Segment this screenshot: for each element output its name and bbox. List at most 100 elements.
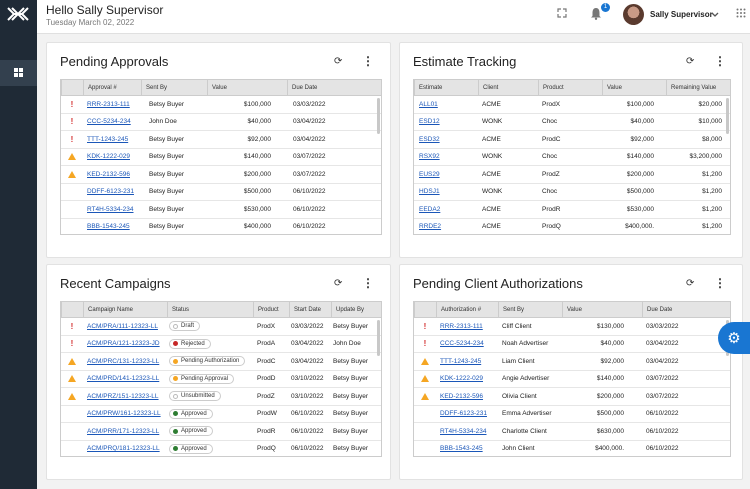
column-header[interactable] [61, 302, 83, 317]
table-row[interactable]: ACM/PRD/141-12323-LL Pending Approval Prod… [61, 371, 381, 388]
table-row[interactable]: ! ACM/PRA/121-12323-JD Rejected ProdA 03/04/… [61, 336, 381, 353]
avatar[interactable] [623, 4, 644, 25]
more-vert-icon[interactable]: ⋮ [714, 276, 726, 290]
authorization-link[interactable]: RT4H-5334-234 [440, 423, 500, 440]
chevron-down-icon[interactable] [711, 9, 719, 21]
campaign-link[interactable]: ACM/PRD/141-12323-LL [87, 371, 167, 388]
table-row[interactable]: ! RRR-2313-111 Cliff Client $130,000 03/03/2… [414, 318, 730, 336]
column-header[interactable] [61, 80, 83, 95]
column-header[interactable]: Value [207, 80, 287, 95]
user-name[interactable]: Sally Supervisor [650, 10, 713, 19]
refresh-icon[interactable]: ⟳ [334, 278, 342, 289]
column-header[interactable] [414, 302, 436, 317]
estimate-link[interactable]: EEDA2 [419, 201, 474, 218]
refresh-icon[interactable]: ⟳ [686, 56, 694, 67]
table-row[interactable]: RSX92 WONK Choc $140,000 $3,200,000 [414, 149, 730, 166]
table-row[interactable]: ESD32 ACME ProdC $92,000 $8,000 [414, 131, 730, 149]
table-row[interactable]: ESD12 WONK Choc $40,000 $10,000 [414, 114, 730, 131]
more-vert-icon[interactable]: ⋮ [714, 54, 726, 68]
fullscreen-icon[interactable] [557, 8, 567, 21]
approval-link[interactable]: KDK-1222-029 [87, 149, 147, 166]
more-vert-icon[interactable]: ⋮ [362, 276, 374, 290]
column-header[interactable]: Due Date [287, 80, 381, 95]
column-header[interactable]: Update By [331, 302, 381, 317]
authorization-link[interactable]: BBB-1543-245 [440, 441, 500, 457]
authorization-link[interactable]: RRR-2313-111 [440, 318, 500, 335]
table-row[interactable]: ! CCC-5234-234 Noah Advertiser $40,000 03/04… [414, 336, 730, 353]
column-header[interactable]: Product [253, 302, 289, 317]
approval-link[interactable]: KED-2132-596 [87, 166, 147, 183]
table-row[interactable]: ALL01 ACME ProdX $100,000 $20,000 [414, 96, 730, 114]
table-row[interactable]: DDFF-6123-231 Betsy Buyer $500,000 06/10/20… [61, 184, 381, 201]
campaign-link[interactable]: ACM/PRW/161-12323-LL [87, 406, 167, 423]
campaign-link[interactable]: ACM/PRR/171-12323-LL [87, 423, 167, 440]
column-header[interactable]: Value [602, 80, 666, 95]
column-header[interactable]: Start Date [289, 302, 331, 317]
table-row[interactable]: TTT-1243-245 Liam Client $92,000 03/04/2022 [414, 353, 730, 371]
campaign-link[interactable]: ACM/PRA/121-12323-JD [87, 336, 167, 353]
refresh-icon[interactable]: ⟳ [334, 56, 342, 67]
column-header[interactable]: Remaining Value [666, 80, 730, 95]
table-row[interactable]: KDK-1222-029 Angie Advertiser $140,000 03/0… [414, 371, 730, 388]
table-row[interactable]: ! ACM/PRA/111-12323-LL Draft ProdX 03/03/202… [61, 318, 381, 336]
more-vert-icon[interactable]: ⋮ [362, 54, 374, 68]
logo-icon[interactable] [6, 6, 30, 22]
table-row[interactable]: ! CCC-5234-234 John Doe $40,000 03/04/2022 [61, 114, 381, 131]
table-row[interactable]: BBB-1543-245 Betsy Buyer $400,000 06/10/202… [61, 219, 381, 235]
refresh-icon[interactable]: ⟳ [686, 278, 694, 289]
table-row[interactable]: ACM/PRQ/181-12323-LL Approved ProdQ 06/10/2… [61, 441, 381, 457]
column-header[interactable]: Status [167, 302, 253, 317]
estimate-link[interactable]: RRDE2 [419, 219, 474, 235]
estimate-link[interactable]: HDSJ1 [419, 184, 474, 201]
column-header[interactable]: Sent By [141, 80, 207, 95]
authorization-link[interactable]: CCC-5234-234 [440, 336, 500, 353]
sidebar-item-dashboard[interactable] [0, 60, 37, 86]
estimate-link[interactable]: ESD32 [419, 131, 474, 148]
estimate-link[interactable]: EUS29 [419, 166, 474, 183]
table-row[interactable]: KED-2132-596 Betsy Buyer $200,000 03/07/202… [61, 166, 381, 184]
table-row[interactable]: EEDA2 ACME ProdR $530,000 $1,200 [414, 201, 730, 219]
table-row[interactable]: HDSJ1 WONK Choc $500,000 $1,200 [414, 184, 730, 201]
table-row[interactable]: DDFF-6123-231 Emma Advertiser $500,000 06/1… [414, 406, 730, 423]
table-row[interactable]: ! TTT-1243-245 Betsy Buyer $92,000 03/04/202… [61, 131, 381, 149]
scrollbar[interactable] [377, 98, 380, 134]
campaign-link[interactable]: ACM/PRA/111-12323-LL [87, 318, 167, 335]
estimate-link[interactable]: RSX92 [419, 149, 474, 166]
column-header[interactable]: Campaign Name [83, 302, 167, 317]
table-row[interactable]: KED-2132-596 Olivia Client $200,000 03/07/2… [414, 388, 730, 406]
approval-link[interactable]: CCC-5234-234 [87, 114, 147, 131]
estimate-link[interactable]: ALL01 [419, 96, 474, 113]
table-row[interactable]: KDK-1222-029 Betsy Buyer $140,000 03/07/202… [61, 149, 381, 166]
scrollbar[interactable] [726, 98, 729, 134]
estimate-link[interactable]: ESD12 [419, 114, 474, 131]
approval-link[interactable]: DDFF-6123-231 [87, 184, 147, 201]
column-header[interactable]: Due Date [642, 302, 730, 317]
column-header[interactable]: Authorization # [436, 302, 498, 317]
table-row[interactable]: RT4H-5334-234 Charlotte Client $630,000 06/… [414, 423, 730, 441]
campaign-link[interactable]: ACM/PRC/131-12323-LL [87, 353, 167, 370]
table-row[interactable]: ACM/PRC/131-12323-LL Pending Authorizatio… [61, 353, 381, 371]
table-row[interactable]: ACM/PRW/161-12323-LL Approved ProdW 06/10/2… [61, 406, 381, 423]
approval-link[interactable]: RRR-2313-111 [87, 96, 147, 113]
column-header[interactable]: Estimate [414, 80, 478, 95]
table-row[interactable]: BBB-1543-245 John Client $400,000. 06/10/20… [414, 441, 730, 457]
column-header[interactable]: Product [538, 80, 602, 95]
authorization-link[interactable]: KED-2132-596 [440, 388, 500, 405]
table-row[interactable]: ! RRR-2313-111 Betsy Buyer $100,000 03/03/20… [61, 96, 381, 114]
campaign-link[interactable]: ACM/PRZ/151-12323-LL [87, 388, 167, 405]
campaign-link[interactable]: ACM/PRQ/181-12323-LL [87, 441, 167, 457]
authorization-link[interactable]: KDK-1222-029 [440, 371, 500, 388]
column-header[interactable]: Client [478, 80, 540, 95]
authorization-link[interactable]: DDFF-6123-231 [440, 406, 500, 423]
table-row[interactable]: EUS29 ACME ProdZ $200,000 $1,200 [414, 166, 730, 184]
table-row[interactable]: ACM/PRZ/151-12323-LL Unsubmitted ProdZ 03/1… [61, 388, 381, 406]
column-header[interactable]: Sent By [498, 302, 562, 317]
approval-link[interactable]: TTT-1243-245 [87, 131, 147, 148]
settings-button[interactable]: ⚙ [718, 322, 750, 354]
approval-link[interactable]: RT4H-5334-234 [87, 201, 147, 218]
column-header[interactable]: Approval # [83, 80, 141, 95]
table-row[interactable]: RT4H-5334-234 Betsy Buyer $530,000 06/10/20… [61, 201, 381, 219]
approval-link[interactable]: BBB-1543-245 [87, 219, 147, 235]
table-row[interactable]: RRDE2 ACME ProdQ $400,000. $1,200 [414, 219, 730, 235]
column-header[interactable]: Value [562, 302, 642, 317]
